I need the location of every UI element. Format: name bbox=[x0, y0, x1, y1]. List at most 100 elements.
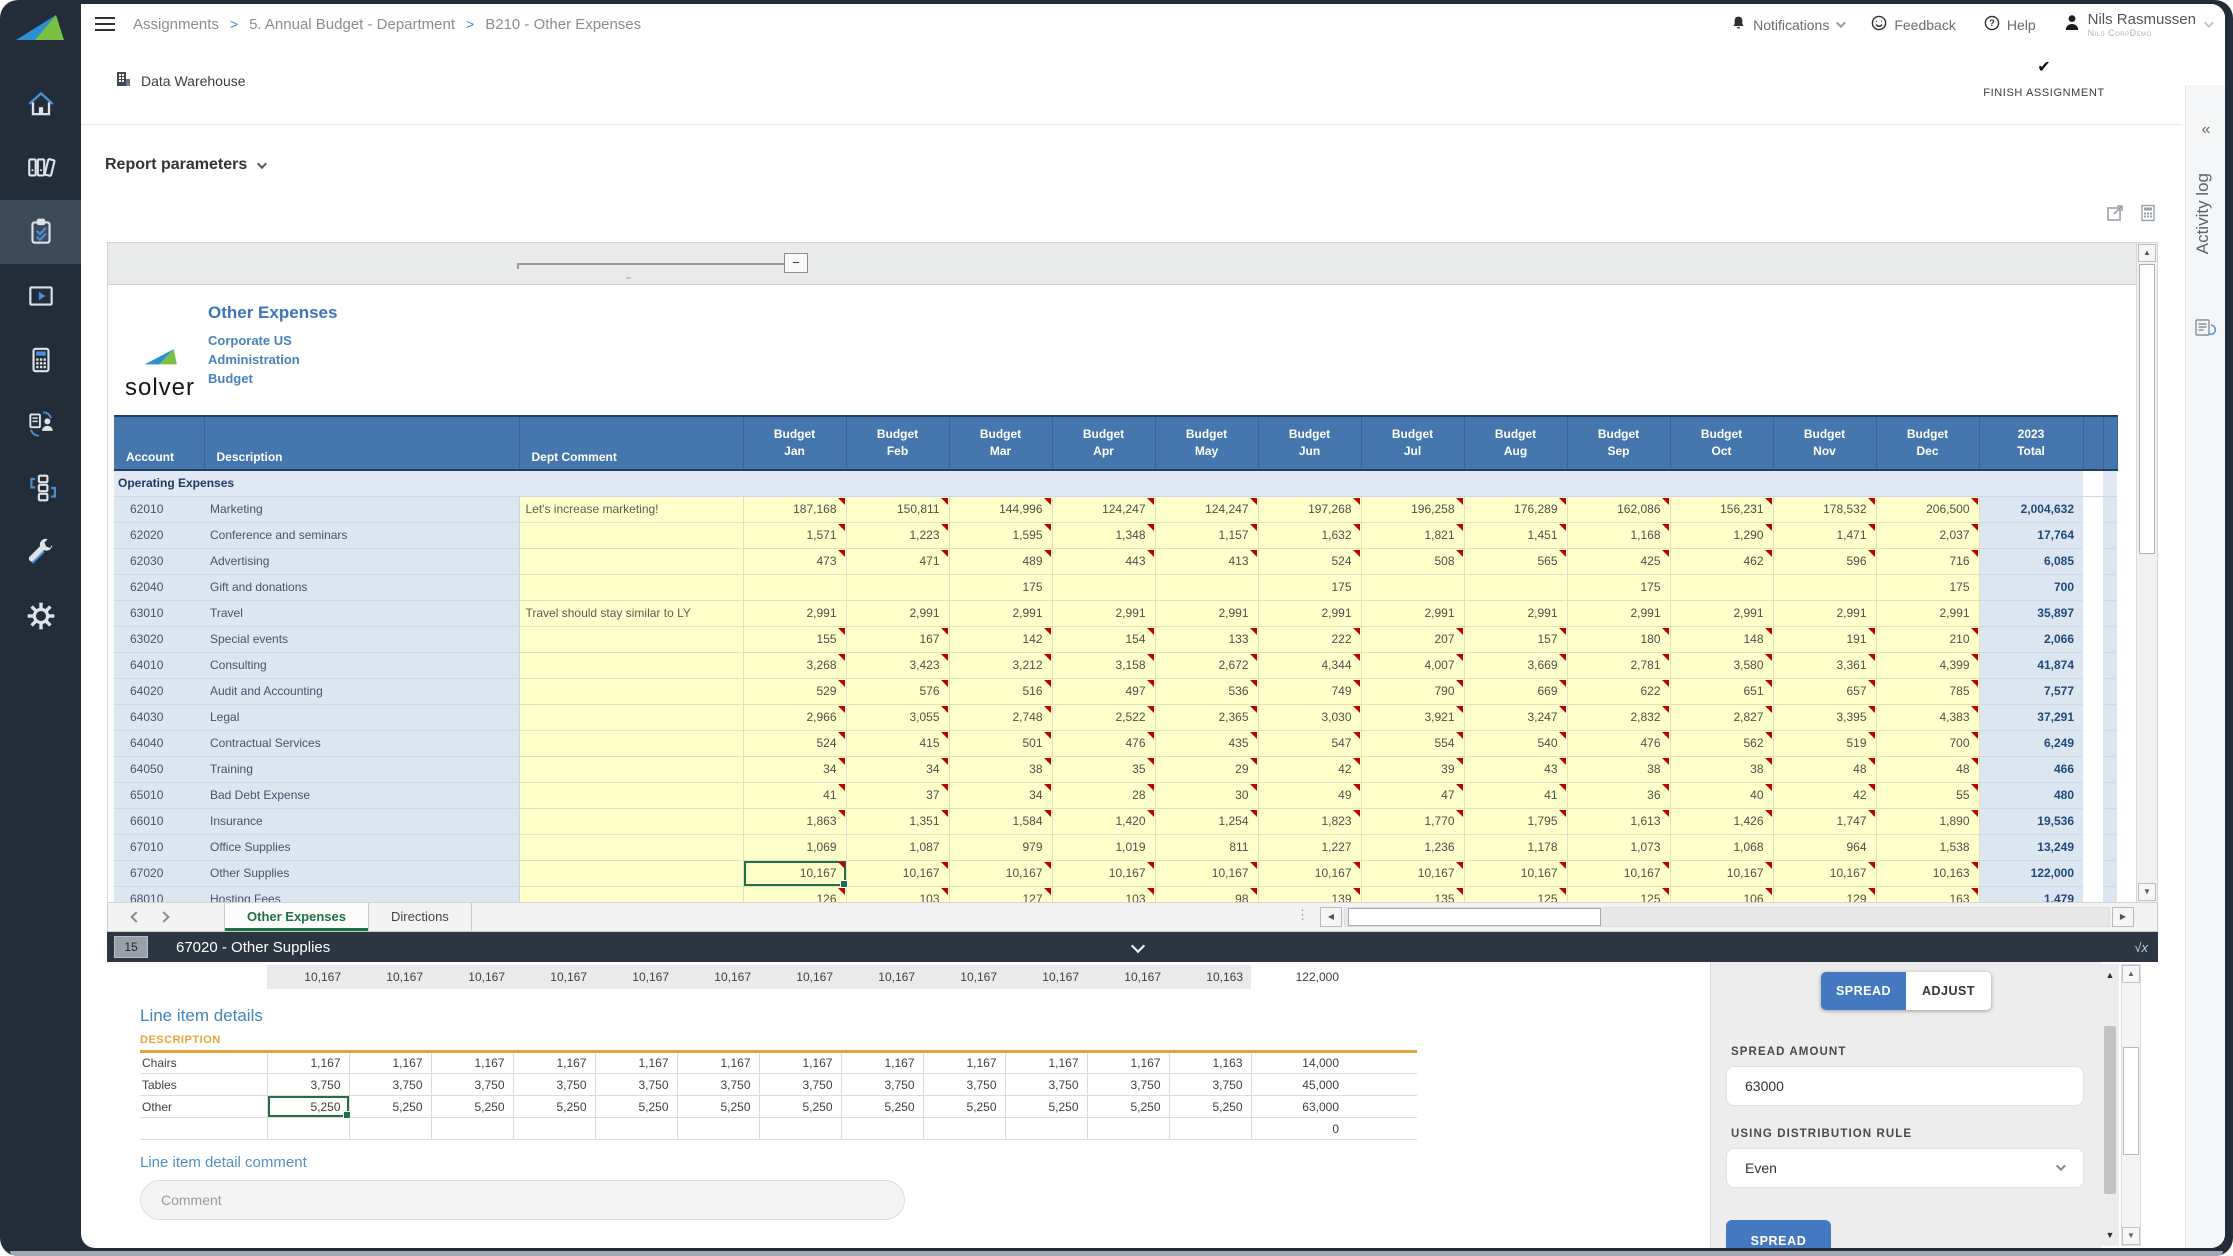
cell-month[interactable]: 435 bbox=[1155, 730, 1258, 756]
line-item-cell[interactable]: 3,750 bbox=[513, 1074, 595, 1096]
cell-month[interactable]: 144,996 bbox=[949, 496, 1052, 522]
cell-month[interactable]: 2,991 bbox=[1876, 600, 1979, 626]
cell-total[interactable]: 2,066 bbox=[1979, 626, 2083, 652]
cell-month[interactable]: 519 bbox=[1773, 730, 1876, 756]
cell-month[interactable]: 1,571 bbox=[743, 522, 846, 548]
cell-month[interactable]: 2,037 bbox=[1876, 522, 1979, 548]
line-item-cell[interactable]: 5,250 bbox=[677, 1096, 759, 1118]
activity-log-label[interactable]: Activity log bbox=[2193, 173, 2213, 254]
popout-icon[interactable] bbox=[2105, 203, 2125, 228]
cell-account[interactable]: 67020 bbox=[114, 860, 204, 886]
cell-month[interactable]: 197,268 bbox=[1258, 496, 1361, 522]
vertical-scrollbar[interactable]: ▲ ▼ bbox=[2136, 243, 2157, 902]
cell-month[interactable]: 196,258 bbox=[1361, 496, 1464, 522]
cell-month[interactable]: 34 bbox=[743, 756, 846, 782]
cell-account[interactable]: 64050 bbox=[114, 756, 204, 782]
cell-month[interactable]: 1,632 bbox=[1258, 522, 1361, 548]
cell-month[interactable]: 1,348 bbox=[1052, 522, 1155, 548]
cell-month[interactable]: 540 bbox=[1464, 730, 1567, 756]
cell-month[interactable]: 175 bbox=[1258, 574, 1361, 600]
cell-month[interactable]: 2,991 bbox=[1670, 600, 1773, 626]
line-item-cell[interactable]: 5,250 bbox=[759, 1096, 841, 1118]
cell-total[interactable]: 6,085 bbox=[1979, 548, 2083, 574]
cell-month[interactable]: 1,420 bbox=[1052, 808, 1155, 834]
cell-month[interactable]: 4,399 bbox=[1876, 652, 1979, 678]
cell-month[interactable]: 2,991 bbox=[1464, 600, 1567, 626]
cell-month[interactable]: 167 bbox=[846, 626, 949, 652]
cell-month[interactable]: 547 bbox=[1258, 730, 1361, 756]
line-item-cell[interactable]: 1,167 bbox=[513, 1052, 595, 1074]
cell-month[interactable]: 191 bbox=[1773, 626, 1876, 652]
cell-month[interactable]: 1,795 bbox=[1464, 808, 1567, 834]
cell-month[interactable]: 1,223 bbox=[846, 522, 949, 548]
sidebar-item-collaboration[interactable] bbox=[0, 392, 81, 456]
cell-month[interactable]: 1,254 bbox=[1155, 808, 1258, 834]
cell-month[interactable]: 1,157 bbox=[1155, 522, 1258, 548]
line-item-cell[interactable]: 3,750 bbox=[759, 1074, 841, 1096]
cell-account[interactable]: 63010 bbox=[114, 600, 204, 626]
line-item-cell[interactable]: 5,250 bbox=[595, 1096, 677, 1118]
sidebar-item-process[interactable] bbox=[0, 456, 81, 520]
cell-month[interactable]: 2,748 bbox=[949, 704, 1052, 730]
cell-month[interactable]: 651 bbox=[1670, 678, 1773, 704]
cell-month[interactable]: 127 bbox=[949, 886, 1052, 902]
line-item-cell[interactable]: 3,750 bbox=[923, 1074, 1005, 1096]
cell-comment[interactable] bbox=[519, 834, 743, 860]
cell-month[interactable]: 1,168 bbox=[1567, 522, 1670, 548]
line-item-name[interactable] bbox=[140, 1118, 267, 1140]
line-item-cell[interactable] bbox=[595, 1118, 677, 1140]
cell-month[interactable]: 1,584 bbox=[949, 808, 1052, 834]
line-item-cell[interactable]: 1,163 bbox=[1169, 1052, 1251, 1074]
cell-description[interactable]: Bad Debt Expense bbox=[204, 782, 519, 808]
formula-icon[interactable]: √x bbox=[2134, 940, 2148, 955]
cell-comment[interactable] bbox=[519, 860, 743, 886]
cell-month[interactable]: 36 bbox=[1567, 782, 1670, 808]
cell-month[interactable]: 3,921 bbox=[1361, 704, 1464, 730]
cell-month[interactable]: 38 bbox=[1567, 756, 1670, 782]
cell-comment[interactable] bbox=[519, 652, 743, 678]
cell-account[interactable]: 64010 bbox=[114, 652, 204, 678]
cell-month[interactable]: 125 bbox=[1464, 886, 1567, 902]
line-item-cell[interactable]: 3,750 bbox=[1087, 1074, 1169, 1096]
cell-total[interactable]: 466 bbox=[1979, 756, 2083, 782]
cell-month[interactable]: 178,532 bbox=[1773, 496, 1876, 522]
cell-month[interactable]: 562 bbox=[1670, 730, 1773, 756]
panel-scrollbar[interactable]: ▲ ▼ bbox=[2101, 964, 2119, 1246]
cell-month[interactable]: 175 bbox=[1876, 574, 1979, 600]
cell-month[interactable]: 716 bbox=[1876, 548, 1979, 574]
cell-month[interactable]: 529 bbox=[743, 678, 846, 704]
cell-month[interactable]: 3,669 bbox=[1464, 652, 1567, 678]
sheet-tab-other-expenses[interactable]: Other Expenses bbox=[224, 903, 369, 931]
cell-month[interactable]: 3,055 bbox=[846, 704, 949, 730]
cell-total[interactable]: 41,874 bbox=[1979, 652, 2083, 678]
line-item-cell[interactable]: 5,250 bbox=[923, 1096, 1005, 1118]
collapse-detail-icon[interactable] bbox=[1130, 939, 1144, 953]
cell-month[interactable]: 206,500 bbox=[1876, 496, 1979, 522]
outline-collapse-button[interactable]: − bbox=[784, 253, 808, 273]
report-parameters-toggle[interactable]: Report parameters bbox=[105, 156, 264, 174]
cell-account[interactable]: 64020 bbox=[114, 678, 204, 704]
line-item-cell[interactable]: 3,750 bbox=[1169, 1074, 1251, 1096]
cell-comment[interactable] bbox=[519, 808, 743, 834]
cell-month[interactable]: 28 bbox=[1052, 782, 1155, 808]
scroll-up-icon[interactable]: ▲ bbox=[2122, 965, 2140, 983]
cell-month[interactable]: 10,167 bbox=[1052, 860, 1155, 886]
cell-month[interactable]: 476 bbox=[1052, 730, 1155, 756]
line-item-cell[interactable]: 3,750 bbox=[349, 1074, 431, 1096]
cell-month[interactable]: 811 bbox=[1155, 834, 1258, 860]
cell-account[interactable]: 64040 bbox=[114, 730, 204, 756]
cell-month[interactable]: 98 bbox=[1155, 886, 1258, 902]
cell-month[interactable]: 700 bbox=[1876, 730, 1979, 756]
cell-month[interactable]: 979 bbox=[949, 834, 1052, 860]
cell-month[interactable]: 34 bbox=[949, 782, 1052, 808]
scroll-left-icon[interactable]: ◀ bbox=[1320, 907, 1342, 927]
sheet-tab-directions[interactable]: Directions bbox=[369, 903, 472, 931]
cell-month[interactable]: 4,344 bbox=[1258, 652, 1361, 678]
cell-month[interactable]: 163 bbox=[1876, 886, 1979, 902]
cell-month[interactable]: 3,212 bbox=[949, 652, 1052, 678]
cell-month[interactable]: 576 bbox=[846, 678, 949, 704]
cell-account[interactable]: 63020 bbox=[114, 626, 204, 652]
cell-month[interactable]: 38 bbox=[1670, 756, 1773, 782]
cell-account[interactable]: 62030 bbox=[114, 548, 204, 574]
cell-month[interactable]: 790 bbox=[1361, 678, 1464, 704]
